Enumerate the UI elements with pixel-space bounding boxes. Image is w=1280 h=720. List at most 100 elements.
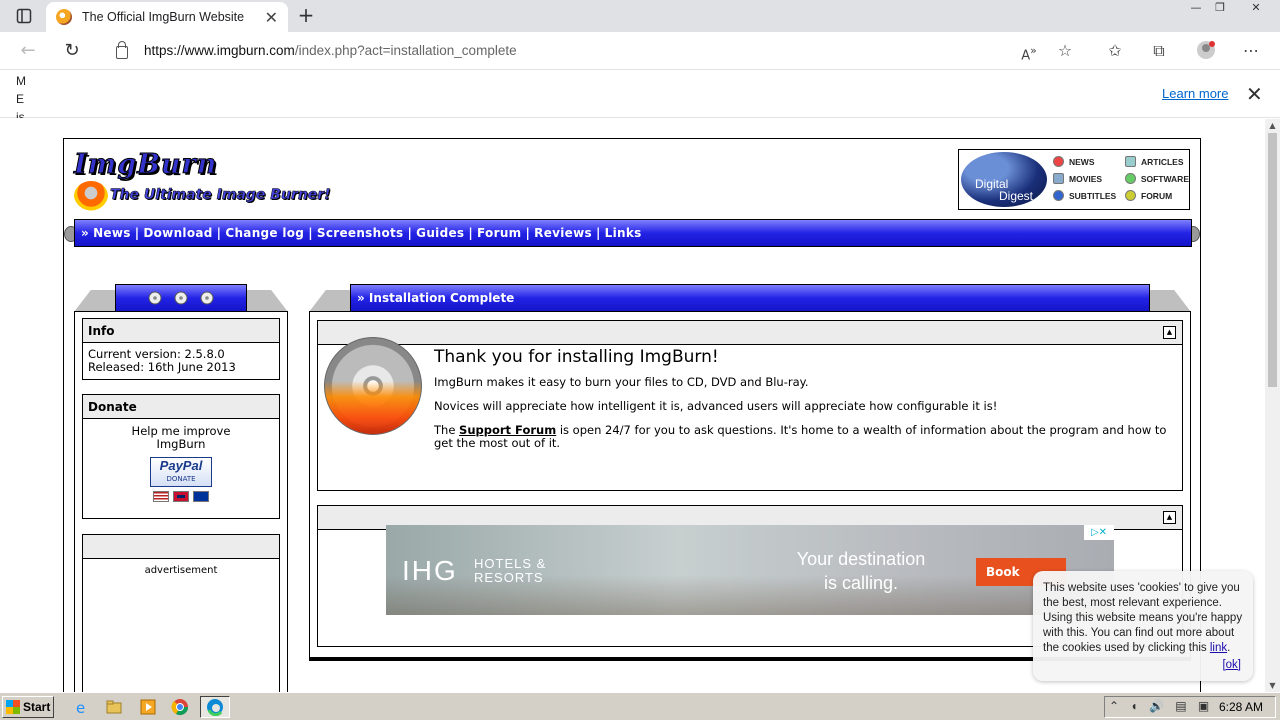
tray-icons[interactable]: ⌃ ◖ 🔊 ▤ ▣ (1109, 699, 1213, 713)
ad-brand-sub: HOTELS & RESORTS (474, 556, 547, 585)
disc-icon (200, 291, 214, 305)
tab-bar: The Official ImgBurn Website ✕ + — ❐ ✕ (0, 0, 1280, 32)
forum-icon (1125, 190, 1136, 201)
scroll-up-icon[interactable]: ▲ (1268, 121, 1277, 130)
cookie-notice: This website uses 'cookies' to give you … (1033, 571, 1253, 681)
side-panel-tab (115, 284, 247, 312)
back-button[interactable]: ← (16, 40, 40, 62)
learn-more-link[interactable]: Learn more (1162, 86, 1228, 101)
paypal-donate-button[interactable]: PayPal DONATE (150, 457, 212, 487)
donate-box: Donate Help me improve ImgBurn PayPal DO… (82, 394, 280, 519)
cookie-ok-link[interactable]: [ok] (1222, 658, 1241, 673)
thanks-heading: Thank you for installing ImgBurn! (434, 347, 719, 367)
main-panel-header: » Installation Complete (309, 284, 1191, 312)
digital-digest-links: NEWS ARTICLES MOVIES SOFTWARE SUBTITLES … (1053, 156, 1189, 201)
support-forum-link[interactable]: Support Forum (459, 423, 556, 437)
news-icon (1053, 156, 1064, 167)
browser-tab[interactable]: The Official ImgBurn Website ✕ (46, 2, 288, 32)
refresh-button[interactable]: ↻ (60, 40, 84, 62)
info-bar: M E is Learn more ✕ (0, 70, 1280, 118)
infobar-message: M E is (16, 74, 26, 118)
imgburn-logo[interactable]: ImgBurn The Ultimate Image Burner! (72, 149, 331, 211)
uk-flag-icon[interactable] (173, 491, 189, 502)
chrome-taskbar-icon[interactable] (168, 696, 192, 718)
ad-tagline: Your destination is calling. (796, 549, 926, 593)
start-button[interactable]: Start (2, 696, 54, 718)
us-flag-icon[interactable] (153, 491, 169, 502)
dd-link-movies[interactable]: MOVIES (1053, 173, 1125, 184)
adchoices-icon[interactable]: ▷✕ (1084, 525, 1114, 540)
support-paragraph: The Support Forum is open 24/7 for you t… (434, 423, 1167, 450)
disc-icon (148, 291, 162, 305)
scroll-thumb[interactable] (1268, 133, 1277, 387)
nav-reviews[interactable]: Reviews (534, 226, 592, 240)
url-text: https://www.imgburn.com/index.php?act=in… (144, 43, 517, 58)
info-box: Info Current version: 2.5.8.0 Released: … (82, 318, 280, 380)
ihg-ad-banner[interactable]: IHG HOTELS & RESORTS Your destination is c… (386, 525, 1114, 615)
articles-icon (1125, 156, 1136, 167)
collapse-button[interactable]: ▲ (1163, 511, 1176, 524)
install-message: Thank you for installing ImgBurn! ImgBur… (434, 347, 1174, 461)
new-tab-button[interactable]: + (294, 4, 318, 28)
imgburn-cd-logo (324, 337, 422, 435)
side-ad-box: advertisement (82, 534, 280, 692)
side-panel-header (74, 284, 288, 312)
digital-digest-banner[interactable]: Digital Digest NEWS ARTICLES MOVIES SOFT… (958, 149, 1190, 210)
nav-changelog[interactable]: Change log (225, 226, 304, 240)
add-favorite-icon[interactable]: ☆ (1054, 40, 1076, 62)
movies-icon (1053, 173, 1064, 184)
donate-box-title: Donate (83, 395, 279, 419)
page-scrollbar[interactable]: ▲ ▼ (1265, 119, 1280, 692)
favorites-icon[interactable]: ✩ (1104, 40, 1126, 62)
collapse-button[interactable]: ▲ (1163, 326, 1176, 339)
release-date: Released: 16th June 2013 (88, 360, 236, 374)
scroll-down-icon[interactable]: ▼ (1268, 681, 1277, 690)
nav-news[interactable]: News (93, 226, 131, 240)
site-nav: » News | Download | Change log | Screenshot… (64, 219, 1200, 247)
dd-link-forum[interactable]: FORUM (1125, 190, 1189, 201)
dd-link-subtitles[interactable]: SUBTITLES (1053, 190, 1125, 201)
tab-close-icon[interactable]: ✕ (265, 8, 278, 27)
infobar-close-icon[interactable]: ✕ (1246, 82, 1263, 106)
nav-download[interactable]: Download (143, 226, 212, 240)
address-bar-row: ← ↻ https://www.imgburn.com/index.php?ac… (0, 32, 1280, 70)
tab-actions-button[interactable] (8, 4, 40, 28)
currency-flags (83, 491, 279, 502)
site-container: ImgBurn The Ultimate Image Burner! Digit… (63, 138, 1201, 692)
eu-flag-icon[interactable] (193, 491, 209, 502)
windows-logo-icon (6, 700, 20, 714)
side-ad-label: advertisement (144, 565, 218, 576)
edge-taskbar-icon[interactable] (200, 696, 230, 718)
minimize-button[interactable]: — (1184, 0, 1208, 18)
ad-brand: IHG (402, 555, 458, 586)
digital-digest-logo: Digital Digest (961, 152, 1047, 207)
nav-screenshots[interactable]: Screenshots (317, 226, 404, 240)
logo-wordmark: ImgBurn (73, 149, 218, 181)
nav-forum[interactable]: Forum (477, 226, 521, 240)
nav-bar: » News | Download | Change log | Screenshot… (74, 219, 1192, 247)
address-bar[interactable]: https://www.imgburn.com/index.php?act=in… (100, 35, 1090, 66)
system-tray: ⌃ ◖ 🔊 ▤ ▣ 6:28 AM (1104, 696, 1276, 718)
restore-button[interactable]: ❐ (1208, 0, 1232, 18)
nav-guides[interactable]: Guides (416, 226, 464, 240)
cookie-link[interactable]: link (1210, 642, 1227, 654)
audience-paragraph: Novices will appreciate how intelligent … (434, 399, 998, 413)
ie-taskbar-icon[interactable]: e (70, 696, 94, 718)
more-menu-icon[interactable]: ⋯ (1240, 40, 1262, 62)
intro-paragraph: ImgBurn makes it easy to burn your files… (434, 375, 809, 389)
main-panel-title: » Installation Complete (350, 284, 1150, 312)
svg-text:e: e (76, 699, 85, 715)
media-player-taskbar-icon[interactable] (136, 696, 160, 718)
nav-links[interactable]: Links (605, 226, 642, 240)
logo-tagline: The Ultimate Image Burner! (110, 187, 331, 204)
dd-link-software[interactable]: SOFTWARE (1125, 173, 1189, 184)
tab-title: The Official ImgBurn Website (82, 10, 245, 24)
close-window-button[interactable]: ✕ (1244, 0, 1268, 18)
profile-avatar[interactable] (1195, 40, 1217, 62)
side-panel-body: Info Current version: 2.5.8.0 Released: … (74, 311, 288, 692)
collections-icon[interactable]: ⧉ (1148, 40, 1170, 62)
read-aloud-icon[interactable]: A» (1018, 40, 1040, 63)
dd-link-articles[interactable]: ARTICLES (1125, 156, 1189, 167)
folder-taskbar-icon[interactable] (102, 696, 126, 718)
dd-link-news[interactable]: NEWS (1053, 156, 1125, 167)
